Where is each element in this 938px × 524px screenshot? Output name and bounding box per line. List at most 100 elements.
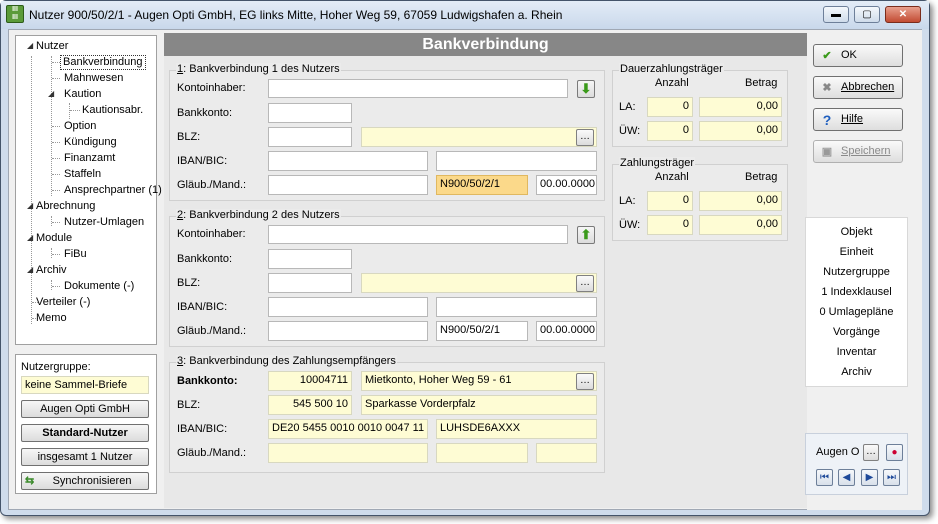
collapse-icon[interactable]: ◢	[27, 233, 33, 242]
kontoinhaber-input[interactable]	[268, 225, 568, 244]
link-nutzergruppe[interactable]: Nutzergruppe	[806, 266, 907, 278]
next-record-button[interactable]: ▶	[861, 469, 878, 486]
bankkonto-input[interactable]	[268, 249, 352, 269]
blz-input[interactable]	[268, 127, 352, 147]
arrow-up-button[interactable]: ⬆	[577, 226, 595, 244]
glaeubiger-input[interactable]	[268, 321, 428, 341]
last-record-button[interactable]: ⏭	[883, 469, 900, 486]
tree-item-staffeln[interactable]: Staffeln	[64, 168, 101, 181]
tree-item-option[interactable]: Option	[64, 120, 96, 133]
tree-item-kuendigung[interactable]: Kündigung	[64, 136, 117, 149]
link-einheit[interactable]: Einheit	[806, 246, 907, 258]
company-button[interactable]: Augen Opti GmbH	[21, 400, 149, 418]
people-icon[interactable]: ●	[886, 444, 903, 461]
arrow-down-icon: ⬇	[580, 81, 592, 96]
bank-lookup-button[interactable]: …	[576, 129, 594, 146]
collapse-icon[interactable]: ◢	[48, 89, 54, 98]
la-label: LA:	[619, 101, 636, 113]
zahlung-title: Zahlungsträger	[619, 157, 695, 169]
uew-label: ÜW:	[619, 219, 641, 231]
collapse-icon[interactable]: ◢	[27, 41, 33, 50]
speichern-button[interactable]: ▣ Speichern	[813, 140, 903, 163]
tree-item-ansprechpartner[interactable]: Ansprechpartner (1)	[64, 184, 162, 197]
abbrechen-button[interactable]: ✖ Abbrechen	[813, 76, 903, 99]
tree-item-archiv[interactable]: Archiv	[36, 264, 67, 277]
link-umlageplaene[interactable]: 0 Umlagepläne	[806, 306, 907, 318]
bankkonto-label: Bankkonto:	[177, 253, 233, 265]
blz-label: BLZ:	[177, 277, 201, 289]
first-record-button[interactable]: ⏮	[816, 469, 833, 486]
tree-item-abrechnung[interactable]: Abrechnung	[36, 200, 95, 213]
glaeubiger-field	[268, 443, 428, 463]
minimize-button[interactable]: ▬	[823, 6, 849, 23]
nutzergruppe-value: keine Sammel-Briefe	[21, 376, 149, 394]
mandat-field	[436, 443, 528, 463]
dauerzahlung-title: Dauerzahlungsträger	[619, 63, 724, 75]
ok-label: OK	[841, 49, 857, 61]
tree-item-memo[interactable]: Memo	[36, 312, 67, 325]
abbrechen-label: Abbrechen	[841, 81, 895, 93]
mandat-field[interactable]: N900/50/2/1	[436, 175, 528, 195]
help-icon: ?	[822, 112, 832, 128]
link-indexklausel[interactable]: 1 Indexklausel	[806, 286, 907, 298]
record-navigator: Augen O … ● ⏮ ◀ ▶ ⏭	[805, 433, 908, 495]
tree-item-kaution[interactable]: Kaution	[64, 88, 101, 101]
la-label: LA:	[619, 195, 636, 207]
collapse-icon[interactable]: ◢	[27, 201, 33, 210]
iban-input[interactable]	[268, 151, 428, 171]
blz-label: BLZ:	[177, 131, 201, 143]
bic-input[interactable]	[436, 297, 597, 317]
betrag-header: Betrag	[745, 171, 778, 183]
konto-lookup-button[interactable]: …	[576, 373, 594, 390]
iban-input[interactable]	[268, 297, 428, 317]
link-archiv[interactable]: Archiv	[806, 366, 907, 378]
mandat-field[interactable]: N900/50/2/1	[436, 321, 528, 341]
link-objekt[interactable]: Objekt	[806, 226, 907, 238]
previous-record-button[interactable]: ◀	[838, 469, 855, 486]
bank-lookup-button[interactable]: …	[576, 275, 594, 292]
tree-item-nutzer-umlagen[interactable]: Nutzer-Umlagen	[64, 216, 144, 229]
cancel-icon: ✖	[822, 82, 832, 94]
center-panel: Bankverbindung 1: Bankverbindung 1 des N…	[164, 33, 807, 508]
speichern-label: Speichern	[841, 145, 891, 157]
iban-label: IBAN/BIC:	[177, 423, 228, 435]
tree-item-nutzer[interactable]: Nutzer	[36, 40, 68, 53]
tree-item-fibu[interactable]: FiBu	[64, 248, 87, 261]
link-inventar[interactable]: Inventar	[806, 346, 907, 358]
la-anzahl-field: 0	[647, 97, 693, 117]
bank-name-field	[361, 127, 597, 147]
tree-item-dokumente[interactable]: Dokumente (-)	[64, 280, 134, 293]
close-button[interactable]: ✕	[885, 6, 921, 23]
mandat-date-field[interactable]: 00.00.0000	[536, 175, 597, 195]
glaeubiger-label: Gläub./Mand.:	[177, 325, 247, 337]
hilfe-button[interactable]: ? Hilfe	[813, 108, 903, 131]
mandat-date-field[interactable]: 00.00.0000	[536, 321, 597, 341]
bank-name-field: Sparkasse Vorderpfalz	[361, 395, 597, 415]
synchronize-button[interactable]: ⇆ Synchronisieren	[21, 472, 149, 490]
konto-field: 10004711	[268, 371, 352, 391]
tree-item-verteiler[interactable]: Verteiler (-)	[36, 296, 90, 309]
tree-item-kautionsabr[interactable]: Kautionsabr.	[82, 104, 143, 117]
kontoinhaber-input[interactable]	[268, 79, 568, 98]
blz-input[interactable]	[268, 273, 352, 293]
tree-item-finanzamt[interactable]: Finanzamt	[64, 152, 115, 165]
arrow-down-button[interactable]: ⬇	[577, 80, 595, 98]
link-vorgaenge[interactable]: Vorgänge	[806, 326, 907, 338]
standard-nutzer-button[interactable]: Standard-Nutzer	[21, 424, 149, 442]
tree-item-bankverbindung[interactable]: Bankverbindung	[60, 55, 146, 70]
main-window: III III Nutzer 900/50/2/1 - Augen Opti Gm…	[0, 0, 930, 516]
tree-item-mahnwesen[interactable]: Mahnwesen	[64, 72, 123, 85]
la-betrag-field: 0,00	[699, 97, 782, 117]
record-lookup-button[interactable]: …	[863, 444, 879, 461]
nutzer-count-button[interactable]: insgesamt 1 Nutzer	[21, 448, 149, 466]
uew-betrag-field: 0,00	[699, 215, 782, 235]
ok-button[interactable]: ✔ OK	[813, 44, 903, 67]
tree-item-module[interactable]: Module	[36, 232, 72, 245]
collapse-icon[interactable]: ◢	[27, 265, 33, 274]
navigation-tree: ◢ Nutzer Bankverbindung Mahnwesen ◢ Kaut…	[15, 35, 162, 345]
maximize-button[interactable]: ▢	[854, 6, 880, 23]
bic-input[interactable]	[436, 151, 597, 171]
glaeubiger-input[interactable]	[268, 175, 428, 195]
bankkonto-input[interactable]	[268, 103, 352, 123]
blz-label: BLZ:	[177, 399, 201, 411]
